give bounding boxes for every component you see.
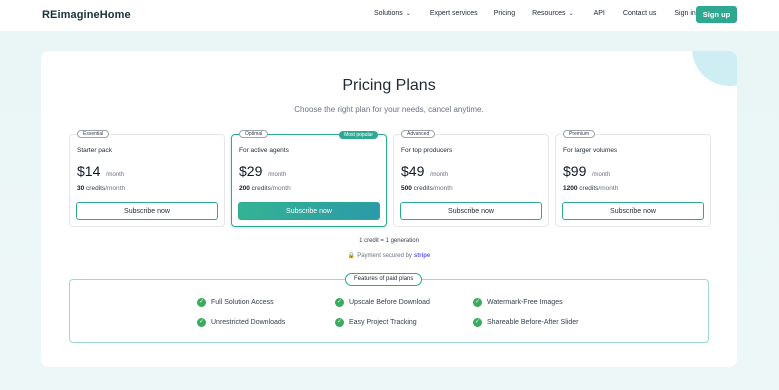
nav-resources[interactable]: Resources ⌄ [532, 10, 574, 17]
plan-price: $49 /month [401, 163, 448, 181]
check-circle-icon: ✓ [335, 298, 344, 307]
subscribe-button-premium[interactable]: Subscribe now [562, 202, 704, 220]
plan-credits: 30 credits/month [77, 185, 125, 192]
price-period: /month [591, 172, 611, 178]
check-circle-icon: ✓ [473, 318, 482, 327]
credits-count: 30 [77, 185, 85, 192]
main-nav: Solutions ⌄ Expert services Pricing Resou… [374, 10, 696, 17]
plan-card-advanced: Advanced For top producers $49 /month 50… [393, 130, 549, 227]
plan-tag: Advanced [401, 130, 436, 138]
credits-count: 500 [401, 185, 412, 192]
price-amount: $14 [77, 163, 101, 179]
plan-credits: 1200 credits/month [563, 185, 618, 192]
subscribe-button-optimal[interactable]: Subscribe now [238, 202, 380, 220]
plan-price: $29 /month [239, 163, 286, 181]
plan-tag: Premium [563, 130, 596, 138]
nav-contact-us[interactable]: Contact us [623, 10, 656, 17]
feature-item: ✓ Unrestricted Downloads [197, 318, 286, 327]
chevron-down-icon: ⌄ [405, 11, 411, 17]
logo[interactable]: REimagineHome [42, 9, 131, 21]
price-amount: $99 [563, 163, 587, 179]
price-amount: $29 [239, 163, 263, 179]
plan-credits: 200 credits/month [239, 185, 291, 192]
subscribe-button-essential[interactable]: Subscribe now [76, 202, 218, 220]
price-period: /month [267, 172, 287, 178]
check-circle-icon: ✓ [197, 298, 206, 307]
credits-period: /month [598, 185, 619, 192]
stripe-logo: stripe [413, 253, 431, 259]
check-circle-icon: ✓ [335, 318, 344, 327]
credits-word: credits [86, 185, 106, 192]
credit-note: 1 credit = 1 generation [359, 238, 419, 244]
check-circle-icon: ✓ [197, 318, 206, 327]
credits-word: credits [251, 185, 271, 192]
lock-icon: 🔒 [347, 253, 356, 259]
credits-word: credits [413, 185, 433, 192]
nav-pricing[interactable]: Pricing [494, 10, 515, 17]
credits-count: 1200 [563, 185, 578, 192]
sign-up-button[interactable]: Sign up [696, 6, 737, 23]
features-box: Features of paid plans ✓ Full Solution Ac… [69, 273, 709, 343]
top-navbar: REimagineHome Solutions ⌄ Expert services… [0, 0, 779, 31]
plan-price: $99 /month [563, 163, 610, 181]
plan-card-premium: Premium For larger volumes $99 /month 12… [555, 130, 711, 227]
payment-secured: 🔒 Payment secured by stripe [41, 252, 737, 259]
price-amount: $49 [401, 163, 425, 179]
plan-tag: Essential [77, 130, 110, 138]
check-circle-icon: ✓ [473, 298, 482, 307]
credits-period: /month [270, 185, 291, 192]
plan-price: $14 /month [77, 163, 124, 181]
secured-text: Payment secured by [357, 253, 412, 259]
most-popular-badge: Most popular [339, 131, 378, 139]
nav-expert-services[interactable]: Expert services [430, 10, 478, 17]
plan-description: For top producers [401, 147, 453, 154]
credits-period: /month [432, 185, 453, 192]
plan-description: For active agents [239, 147, 289, 154]
credits-period: /month [105, 185, 126, 192]
plan-card-optimal: Optimal Most popular For active agents $… [231, 130, 387, 227]
nav-solutions[interactable]: Solutions ⌄ [374, 10, 411, 17]
feature-item: ✓ Shareable Before-After Slider [473, 318, 579, 327]
nav-sign-in[interactable]: Sign in [674, 10, 695, 17]
plan-description: For larger volumes [563, 147, 618, 154]
feature-item: ✓ Full Solution Access [197, 298, 274, 307]
chevron-down-icon: ⌄ [568, 11, 574, 17]
credits-word: credits [579, 185, 599, 192]
nav-api[interactable]: API [594, 10, 605, 17]
feature-item: ✓ Watermark-Free Images [473, 298, 563, 307]
feature-item: ✓ Easy Project Tracking [335, 318, 417, 327]
plan-card-essential: Essential Starter pack $14 /month 30 cre… [69, 130, 225, 227]
pricing-panel: Pricing Plans Choose the right plan for … [41, 51, 737, 367]
price-period: /month [429, 172, 449, 178]
page-subtitle: Choose the right plan for your needs, ca… [294, 105, 484, 114]
page-title: Pricing Plans [342, 77, 436, 94]
plan-tag: Optimal [239, 130, 269, 138]
credits-count: 200 [239, 185, 250, 192]
subscribe-button-advanced[interactable]: Subscribe now [400, 202, 542, 220]
feature-item: ✓ Upscale Before Download [335, 298, 430, 307]
plan-credits: 500 credits/month [401, 185, 453, 192]
features-label: Features of paid plans [345, 273, 423, 286]
plan-description: Starter pack [77, 147, 113, 154]
price-period: /month [105, 172, 125, 178]
